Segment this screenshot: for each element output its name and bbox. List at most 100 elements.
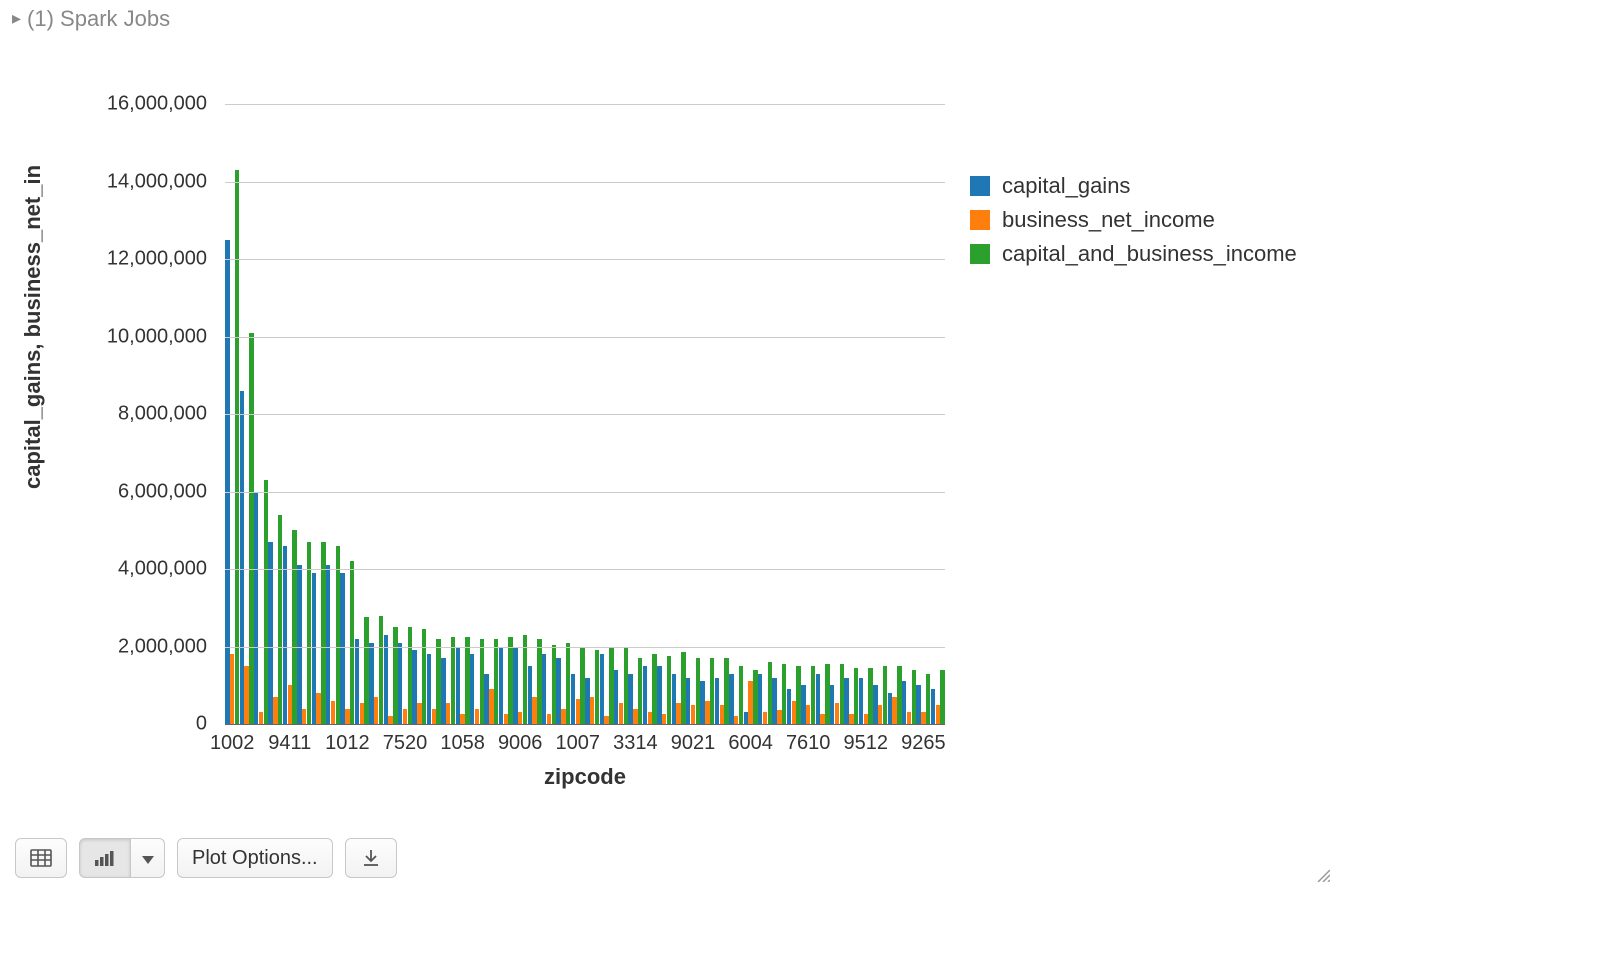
bar[interactable] bbox=[292, 530, 296, 724]
bar[interactable] bbox=[393, 627, 397, 724]
bar[interactable] bbox=[364, 617, 368, 724]
spark-jobs-toggle[interactable]: ▸ (1) Spark Jobs bbox=[0, 0, 1620, 34]
bar[interactable] bbox=[772, 678, 776, 725]
bar[interactable] bbox=[302, 709, 306, 725]
bar[interactable] bbox=[264, 480, 268, 724]
bar[interactable] bbox=[796, 666, 800, 724]
bar[interactable] bbox=[580, 648, 584, 724]
bar[interactable] bbox=[873, 685, 877, 724]
bar[interactable] bbox=[508, 637, 512, 724]
bar[interactable] bbox=[273, 697, 277, 724]
bar[interactable] bbox=[355, 639, 359, 724]
bar[interactable] bbox=[465, 637, 469, 724]
bar[interactable] bbox=[753, 670, 757, 724]
bar[interactable] bbox=[662, 714, 666, 724]
bar[interactable] bbox=[235, 170, 239, 724]
bar[interactable] bbox=[739, 666, 743, 724]
bar[interactable] bbox=[902, 681, 906, 724]
bar[interactable] bbox=[700, 681, 704, 724]
bar[interactable] bbox=[230, 654, 234, 724]
bar[interactable] bbox=[768, 662, 772, 724]
bar[interactable] bbox=[244, 666, 248, 724]
bar[interactable] bbox=[892, 697, 896, 724]
bar[interactable] bbox=[604, 716, 608, 724]
bar[interactable] bbox=[907, 712, 911, 724]
bar[interactable] bbox=[571, 674, 575, 724]
bar[interactable] bbox=[940, 670, 944, 724]
bar[interactable] bbox=[388, 716, 392, 724]
bar[interactable] bbox=[384, 635, 388, 724]
bar[interactable] bbox=[552, 645, 556, 724]
bar[interactable] bbox=[691, 705, 695, 724]
bar[interactable] bbox=[840, 664, 844, 724]
bar[interactable] bbox=[484, 674, 488, 724]
bar[interactable] bbox=[259, 712, 263, 724]
bar[interactable] bbox=[417, 703, 421, 724]
bar[interactable] bbox=[312, 573, 316, 724]
bar[interactable] bbox=[350, 561, 354, 724]
bar[interactable] bbox=[921, 712, 925, 724]
bar[interactable] bbox=[609, 647, 613, 725]
bar[interactable] bbox=[480, 639, 484, 724]
bar[interactable] bbox=[403, 709, 407, 725]
bar[interactable] bbox=[859, 678, 863, 725]
bar[interactable] bbox=[446, 703, 450, 724]
bar[interactable] bbox=[729, 674, 733, 724]
bar[interactable] bbox=[686, 678, 690, 725]
bar[interactable] bbox=[432, 709, 436, 725]
bar[interactable] bbox=[528, 666, 532, 724]
bar[interactable] bbox=[619, 703, 623, 724]
bar[interactable] bbox=[499, 647, 503, 725]
bar[interactable] bbox=[249, 333, 253, 724]
bar[interactable] bbox=[456, 647, 460, 725]
bar[interactable] bbox=[806, 705, 810, 724]
bar[interactable] bbox=[825, 664, 829, 724]
bar[interactable] bbox=[340, 573, 344, 724]
bar[interactable] bbox=[648, 712, 652, 724]
bar[interactable] bbox=[518, 712, 522, 724]
bar[interactable] bbox=[537, 639, 541, 724]
download-button[interactable] bbox=[345, 838, 397, 878]
bar[interactable] bbox=[782, 664, 786, 724]
bar[interactable] bbox=[441, 658, 445, 724]
bar[interactable] bbox=[374, 697, 378, 724]
bar[interactable] bbox=[624, 648, 628, 724]
bar[interactable] bbox=[931, 689, 935, 724]
chart-type-dropdown[interactable] bbox=[131, 838, 165, 878]
bar[interactable] bbox=[254, 492, 258, 725]
bar[interactable] bbox=[667, 656, 671, 724]
bar[interactable] bbox=[475, 709, 479, 725]
bar[interactable] bbox=[835, 703, 839, 724]
bar[interactable] bbox=[504, 714, 508, 724]
bar[interactable] bbox=[710, 658, 714, 724]
bar[interactable] bbox=[844, 678, 848, 725]
bar[interactable] bbox=[225, 240, 229, 724]
bar[interactable] bbox=[398, 643, 402, 724]
bar[interactable] bbox=[672, 674, 676, 724]
bar[interactable] bbox=[792, 701, 796, 724]
bar[interactable] bbox=[912, 670, 916, 724]
bar[interactable] bbox=[532, 697, 536, 724]
bar[interactable] bbox=[523, 635, 527, 724]
legend-item[interactable]: capital_and_business_income bbox=[970, 237, 1297, 271]
bar[interactable] bbox=[811, 666, 815, 724]
bar[interactable] bbox=[878, 705, 882, 724]
bar[interactable] bbox=[883, 666, 887, 724]
bar[interactable] bbox=[331, 701, 335, 724]
bar[interactable] bbox=[787, 689, 791, 724]
bar[interactable] bbox=[816, 674, 820, 724]
bar[interactable] bbox=[748, 681, 752, 724]
bar[interactable] bbox=[288, 685, 292, 724]
legend-item[interactable]: capital_gains bbox=[970, 169, 1297, 203]
bar[interactable] bbox=[283, 546, 287, 724]
resize-handle-icon[interactable] bbox=[1314, 866, 1330, 887]
plot-options-button[interactable]: Plot Options... bbox=[177, 838, 333, 878]
bar[interactable] bbox=[734, 716, 738, 724]
bar[interactable] bbox=[936, 705, 940, 724]
bar[interactable] bbox=[470, 654, 474, 724]
bar[interactable] bbox=[628, 674, 632, 724]
bar[interactable] bbox=[926, 674, 930, 724]
bar[interactable] bbox=[427, 654, 431, 724]
bar[interactable] bbox=[868, 668, 872, 724]
bar[interactable] bbox=[379, 616, 383, 725]
